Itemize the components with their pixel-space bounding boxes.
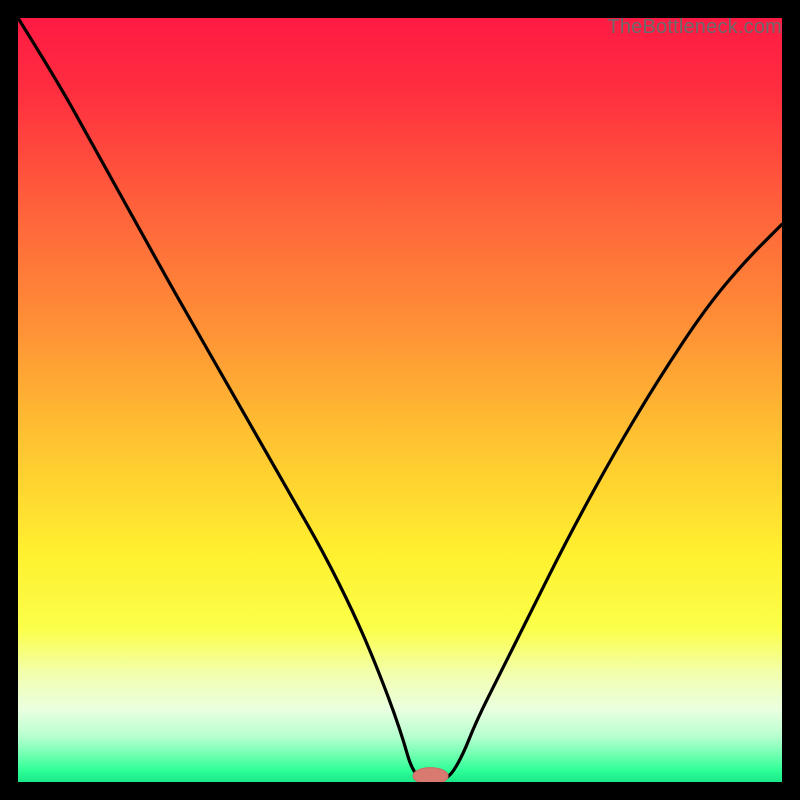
optimum-marker	[413, 768, 448, 782]
watermark-text: TheBottleneck.com	[607, 16, 782, 39]
bottleneck-chart	[18, 18, 782, 782]
chart-frame: TheBottleneck.com	[18, 18, 782, 782]
gradient-background	[18, 18, 782, 782]
